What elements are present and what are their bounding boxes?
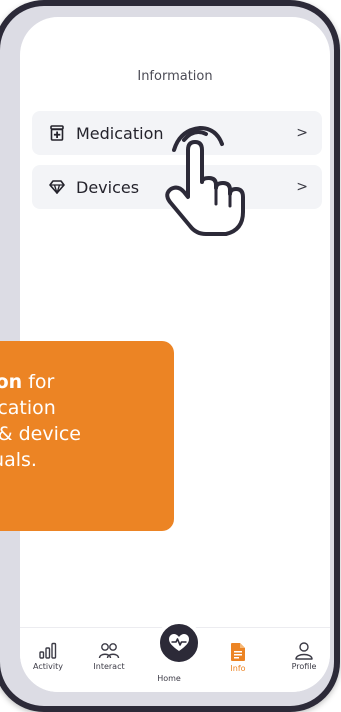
callout-line-1: tion for [0,369,164,395]
callout-line-1-bold: tion [0,371,23,393]
nav-home-label: Home [157,674,181,683]
nav-activity[interactable]: Activity [20,642,78,671]
nav-interact-label: Interact [93,662,125,671]
diamond-icon [48,178,66,196]
callout-line-3: e & device [0,423,81,445]
chevron-right-icon: > [296,125,308,141]
people-icon [98,643,120,659]
nav-profile-label: Profile [291,662,317,671]
tap-hand-icon [165,125,245,236]
nav-profile[interactable]: Profile [274,642,330,671]
document-icon [231,643,245,661]
nav-info[interactable]: Info [208,642,268,673]
bottom-nav: Activity Interact Home Info Profile [20,620,330,692]
nav-activity-label: Activity [33,662,63,671]
callout-line-4: nuals. [0,449,37,471]
page-title: Information [137,69,213,84]
person-icon [295,642,313,660]
callout-line-1-rest: for [22,371,55,393]
medication-icon [48,124,66,142]
nav-interact[interactable]: Interact [79,642,139,671]
stage: Information Medication > Devices > Activ… [0,0,341,712]
chevron-right-icon: > [296,179,308,195]
callout-line-2: dication [0,397,56,419]
nav-info-label: Info [230,664,246,673]
tip-callout: tion for dication e & device nuals. [0,341,174,531]
nav-home[interactable]: Home [139,674,199,683]
nav-home-button[interactable] [156,620,202,666]
heart-pulse-icon [169,634,189,651]
bar-chart-icon [39,642,57,659]
